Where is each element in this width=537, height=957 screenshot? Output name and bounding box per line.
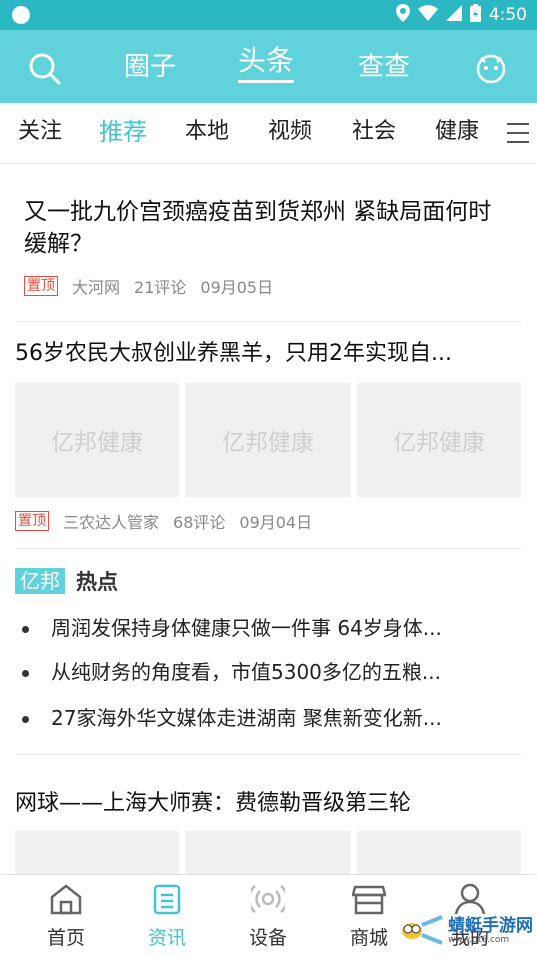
tab-headlines[interactable]: 头条 (238, 44, 295, 83)
article-source: 三农达人管家 (63, 513, 160, 532)
watermark-text: 蜻蜓手游网 (448, 916, 533, 936)
user-icon (454, 883, 486, 915)
status-icons: 4:50 (395, 0, 527, 30)
article-comments: 68评论 (173, 513, 226, 532)
article-title[interactable]: 网球——上海大师赛：费德勒晋级第三轮 (15, 788, 525, 820)
article-comments: 21评论 (134, 278, 187, 297)
nav-label: 首页 (46, 927, 85, 949)
hot-section-title: 热点 (76, 570, 118, 594)
bottom-nav: 首页 资讯 设备 商城 我的 蜻蜓手游网 www.qt6.com (0, 874, 537, 957)
shop-icon (351, 885, 387, 915)
divider (16, 548, 521, 549)
category-video[interactable]: 视频 (268, 117, 312, 147)
article-title[interactable]: 又一批九价宫颈癌疫苗到货郑州 紧缺局面何时缓解？ (24, 196, 514, 260)
nav-device[interactable]: 设备 (223, 883, 313, 950)
article-source: 大河网 (72, 278, 121, 297)
bullet-icon (22, 626, 29, 633)
dragonfly-logo-icon (402, 915, 443, 945)
pinned-badge: 置顶 (24, 276, 58, 296)
divider (16, 321, 521, 322)
status-time: 4:50 (488, 5, 527, 25)
menu-icon[interactable] (507, 123, 529, 150)
search-icon[interactable] (28, 52, 62, 90)
signal-icon (445, 4, 462, 26)
robot-face-icon[interactable] (475, 52, 507, 88)
article-title[interactable]: 56岁农民大叔创业养黑羊，只用2年实现自... (15, 338, 525, 370)
category-health[interactable]: 健康 (435, 117, 479, 147)
hot-item[interactable]: 周润发保持身体健康只做一件事 64岁身体... (22, 614, 517, 642)
tab-circle[interactable]: 圈子 (124, 50, 176, 84)
article-date: 09月04日 (239, 513, 313, 532)
news-feed[interactable]: 又一批九价宫颈癌疫苗到货郑州 紧缺局面何时缓解？ 置顶 大河网 21评论 09月… (0, 164, 537, 874)
news-icon (153, 884, 181, 915)
hot-badge: 亿邦 (15, 568, 65, 594)
wifi-icon (417, 4, 438, 26)
notification-icon (12, 6, 30, 24)
nav-label: 设备 (248, 927, 287, 949)
nav-home[interactable]: 首页 (21, 883, 111, 950)
category-follow[interactable]: 关注 (18, 117, 62, 147)
top-bar: 圈子 头条 查查 (0, 30, 537, 103)
pinned-badge: 置顶 (15, 511, 49, 531)
location-icon (395, 3, 410, 27)
category-society[interactable]: 社会 (352, 117, 396, 147)
hot-item-text: 周润发保持身体健康只做一件事 64岁身体... (51, 616, 442, 640)
category-recommended[interactable]: 推荐 (99, 117, 147, 147)
article-thumbnail[interactable] (186, 831, 350, 874)
article-thumbnail[interactable]: 亿邦健康 (186, 383, 350, 497)
article-meta: 置顶 三农达人管家 68评论 09月04日 (15, 509, 312, 533)
device-icon (247, 885, 289, 913)
watermark: 蜻蜓手游网 www.qt6.com (400, 913, 533, 949)
article-thumbnail[interactable] (15, 831, 179, 874)
hot-item-text: 27家海外华文媒体走进湖南 聚焦新变化新... (51, 706, 442, 730)
category-local[interactable]: 本地 (185, 117, 229, 147)
divider (16, 754, 521, 755)
nav-news[interactable]: 资讯 (122, 883, 212, 950)
hot-item[interactable]: 27家海外华文媒体走进湖南 聚焦新变化新... (22, 704, 517, 732)
article-meta: 置顶 大河网 21评论 09月05日 (24, 274, 273, 298)
battery-icon (469, 3, 481, 27)
bullet-icon (22, 670, 29, 677)
tab-lookup[interactable]: 查查 (358, 50, 410, 84)
article-thumbnail[interactable]: 亿邦健康 (357, 383, 521, 497)
article-thumbnail[interactable]: 亿邦健康 (15, 383, 179, 497)
nav-label: 资讯 (147, 927, 186, 949)
status-bar: 4:50 (0, 0, 537, 30)
article-date: 09月05日 (200, 278, 274, 297)
hot-item[interactable]: 从纯财务的角度看，市值5300多亿的五粮... (22, 658, 517, 686)
watermark-url: www.qt6.com (448, 935, 510, 945)
article-thumbnail[interactable] (357, 831, 521, 874)
bullet-icon (22, 716, 29, 723)
category-bar: 关注 推荐 本地 视频 社会 健康 (0, 103, 537, 164)
hot-item-text: 从纯财务的角度看，市值5300多亿的五粮... (51, 660, 441, 684)
home-icon (50, 884, 82, 915)
